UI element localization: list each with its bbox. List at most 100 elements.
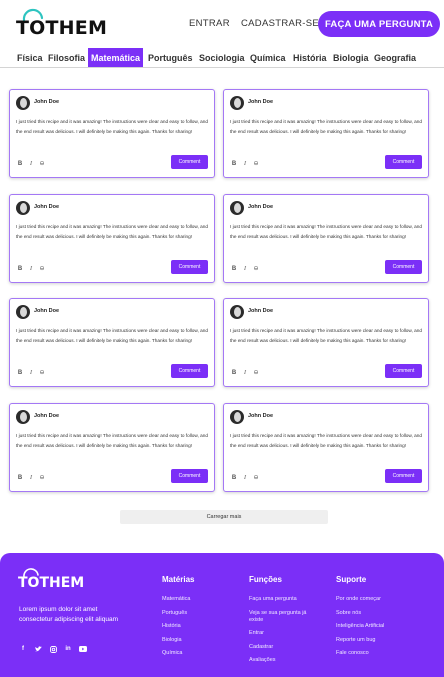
italic-icon[interactable]: I [242, 474, 248, 482]
footer-link[interactable]: Inteligência Artificial [336, 623, 384, 630]
youtube-icon[interactable] [79, 645, 87, 653]
link-icon[interactable]: ⊖ [39, 474, 45, 482]
comment-text: I just tried this recipe and it was amaz… [16, 119, 208, 134]
avatar [16, 201, 30, 215]
tab-quimica[interactable]: Química [247, 48, 289, 67]
footer-column-funcoes: Funções Faça uma pergunta Veja se sua pe… [249, 575, 319, 671]
footer-link[interactable]: Português [162, 610, 194, 617]
bold-icon[interactable]: B [231, 160, 237, 168]
footer-link[interactable]: Fale conosco [336, 650, 384, 657]
link-icon[interactable]: ⊖ [253, 160, 259, 168]
tab-matematica[interactable]: Matemática [88, 48, 144, 67]
footer-column-title: Suporte [336, 575, 367, 584]
instagram-icon[interactable] [49, 645, 57, 653]
comment-button[interactable]: Comment [171, 364, 208, 378]
comment-card: John Doe I just tried this recipe and it… [9, 89, 215, 178]
avatar [230, 410, 244, 424]
comment-author: John Doe [248, 413, 274, 419]
editor-toolbar: B I ⊖ [17, 160, 45, 168]
bold-icon[interactable]: B [231, 265, 237, 273]
italic-icon[interactable]: I [242, 160, 248, 168]
comment-author: John Doe [248, 204, 274, 210]
bold-icon[interactable]: B [17, 265, 23, 273]
comment-author: John Doe [34, 99, 60, 105]
load-more-button[interactable]: Carregar mais [120, 510, 328, 524]
ask-question-button[interactable]: FAÇA UMA PERGUNTA [318, 11, 440, 37]
editor-toolbar: B I ⊖ [17, 474, 45, 482]
editor-toolbar: B I ⊖ [17, 265, 45, 273]
italic-icon[interactable]: I [28, 474, 34, 482]
link-icon[interactable]: ⊖ [253, 474, 259, 482]
bold-icon[interactable]: B [17, 369, 23, 377]
bold-icon[interactable]: B [231, 474, 237, 482]
footer-logo-text: TOTHEM [18, 575, 85, 591]
bold-icon[interactable]: B [231, 369, 237, 377]
nav-cadastrar-link[interactable]: CADASTRAR-SE [241, 18, 319, 29]
footer-link[interactable]: Por onde começar [336, 596, 384, 603]
footer-link[interactable]: Faça uma pergunta [249, 596, 319, 603]
tab-sociologia[interactable]: Sociologia [196, 48, 248, 67]
footer-link[interactable]: Matemática [162, 596, 194, 603]
footer-link[interactable]: Veja se sua pergunta já existe [249, 610, 319, 624]
comment-text: I just tried this recipe and it was amaz… [230, 119, 422, 134]
comment-button[interactable]: Comment [171, 260, 208, 274]
footer-logo[interactable]: TOTHEM [18, 567, 84, 591]
footer-column-suporte: Suporte Por onde começar Sobre nós Intel… [336, 575, 384, 664]
link-icon[interactable]: ⊖ [253, 369, 259, 377]
avatar [230, 201, 244, 215]
avatar [16, 305, 30, 319]
footer-link[interactable]: Cadastrar [249, 644, 319, 651]
footer-link[interactable]: História [162, 623, 194, 630]
link-icon[interactable]: ⊖ [39, 369, 45, 377]
tothem-logo[interactable]: TOTHEM [16, 8, 107, 39]
footer-description: Lorem ipsum dolor sit amet consectetur a… [19, 606, 118, 623]
comment-button[interactable]: Comment [171, 155, 208, 169]
footer-column-title: Funções [249, 575, 282, 584]
italic-icon[interactable]: I [242, 369, 248, 377]
footer-column-materias: Matérias Matemática Português História B… [162, 575, 194, 664]
comment-author: John Doe [34, 413, 60, 419]
tab-biologia[interactable]: Biologia [330, 48, 372, 67]
comment-author: John Doe [248, 308, 274, 314]
footer-link[interactable]: Avaliações [249, 657, 319, 664]
italic-icon[interactable]: I [28, 369, 34, 377]
site-footer: TOTHEM Lorem ipsum dolor sit amet consec… [0, 553, 444, 677]
footer-column-title: Matérias [162, 575, 195, 584]
tab-geografia[interactable]: Geografia [371, 48, 419, 67]
footer-link[interactable]: Sobre nós [336, 610, 384, 617]
comment-button[interactable]: Comment [385, 364, 422, 378]
comment-button[interactable]: Comment [385, 469, 422, 483]
italic-icon[interactable]: I [28, 160, 34, 168]
comment-author: John Doe [248, 99, 274, 105]
comment-card: John Doe I just tried this recipe and it… [223, 403, 429, 492]
footer-link[interactable]: Química [162, 650, 194, 657]
comment-text: I just tried this recipe and it was amaz… [230, 328, 422, 343]
link-icon[interactable]: ⊖ [39, 160, 45, 168]
social-links: f in [19, 645, 87, 653]
subject-tabs: Física Filosofia Matemática Português So… [0, 48, 444, 68]
tab-portugues[interactable]: Português [145, 48, 196, 67]
linkedin-icon[interactable]: in [64, 645, 72, 653]
comment-button[interactable]: Comment [171, 469, 208, 483]
italic-icon[interactable]: I [242, 265, 248, 273]
comment-text: I just tried this recipe and it was amaz… [230, 224, 422, 239]
tab-historia[interactable]: História [290, 48, 330, 67]
link-icon[interactable]: ⊖ [253, 265, 259, 273]
comment-button[interactable]: Comment [385, 155, 422, 169]
italic-icon[interactable]: I [28, 265, 34, 273]
comment-author: John Doe [34, 204, 60, 210]
link-icon[interactable]: ⊖ [39, 265, 45, 273]
twitter-icon[interactable] [34, 645, 42, 653]
bold-icon[interactable]: B [17, 474, 23, 482]
bold-icon[interactable]: B [17, 160, 23, 168]
tab-filosofia[interactable]: Filosofia [45, 48, 88, 67]
comment-card: John Doe I just tried this recipe and it… [223, 194, 429, 283]
nav-entrar-link[interactable]: ENTRAR [189, 18, 230, 29]
logo-text: TOTHEM [16, 17, 108, 39]
footer-link[interactable]: Biologia [162, 637, 194, 644]
facebook-icon[interactable]: f [19, 645, 27, 653]
tab-fisica[interactable]: Física [14, 48, 46, 67]
footer-link[interactable]: Reporte um bug [336, 637, 384, 644]
footer-link[interactable]: Entrar [249, 630, 319, 637]
comment-button[interactable]: Comment [385, 260, 422, 274]
